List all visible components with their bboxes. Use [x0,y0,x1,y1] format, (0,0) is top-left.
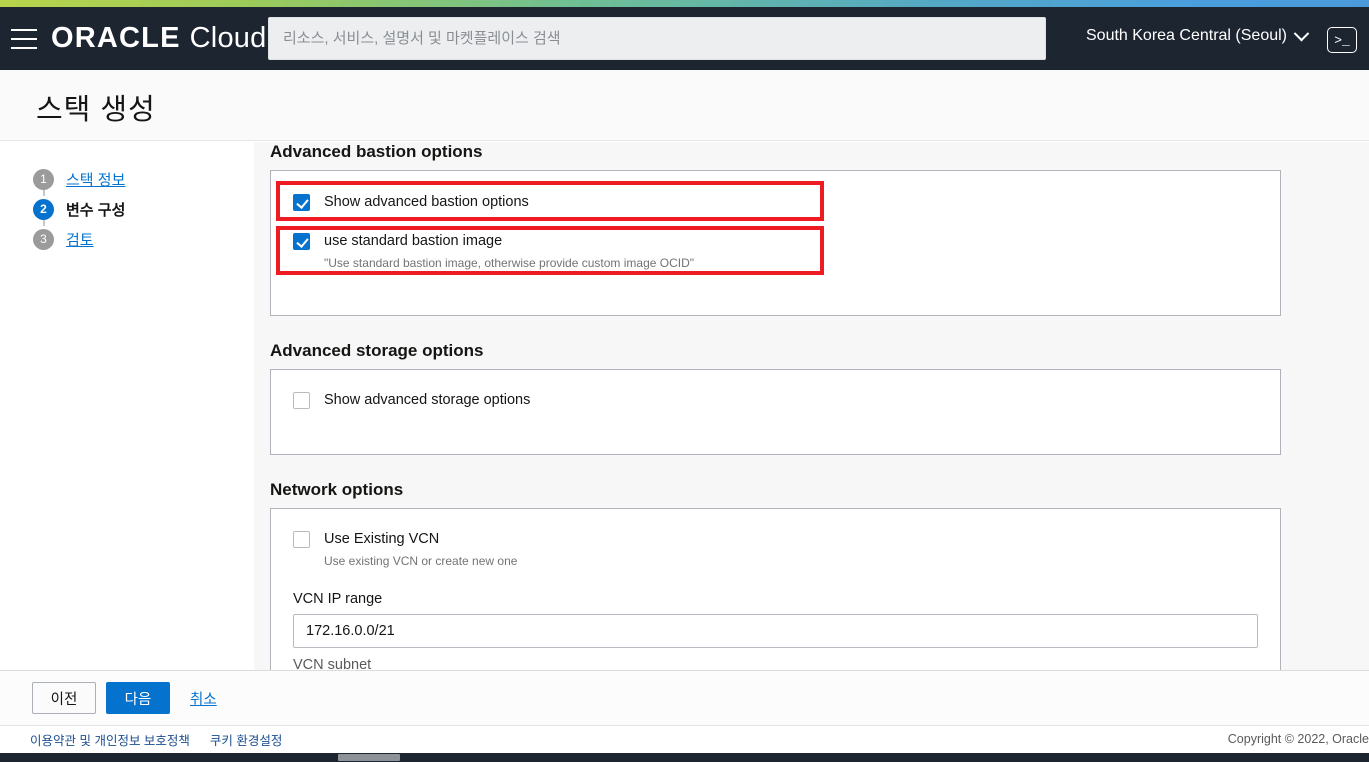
wizard-action-bar: 이전 다음 취소 [0,670,1369,725]
cancel-link[interactable]: 취소 [190,688,217,709]
step-label-3: 검토 [66,231,94,249]
section-network-options: Network options Use Existing VCN Use exi… [254,480,1369,670]
footer-link-cookie-preferences[interactable]: 쿠키 환경설정 [210,730,282,749]
brand-gradient-strip [0,0,1369,7]
checkbox-show-advanced-bastion-options[interactable] [293,194,310,211]
horizontal-scrollbar[interactable] [0,753,1369,762]
panel-bastion: Show advanced bastion options use standa… [270,170,1281,316]
global-search-box[interactable] [268,17,1046,60]
wizard-step-list: 1 스택 정보 2 변수 구성 3 검토 [33,166,233,256]
section-advanced-storage-options: Advanced storage options Show advanced s… [254,341,1369,455]
logo-cloud-text: Cloud [189,22,267,54]
checkbox-label-use-existing-vcn: Use Existing VCN [324,531,440,547]
checkbox-show-advanced-storage-options[interactable] [293,392,310,409]
panel-network: Use Existing VCN Use existing VCN or cre… [270,508,1281,670]
checkbox-use-existing-vcn[interactable] [293,531,310,548]
checkbox-help-standard-image: "Use standard bastion image, otherwise p… [324,256,695,270]
page-title: 스택 생성 [36,94,156,126]
sidebar-item-configure-variables[interactable]: 2 변수 구성 [33,196,233,226]
checkbox-row-show-storage[interactable]: Show advanced storage options [271,391,1280,409]
search-input[interactable] [283,30,1031,47]
step-number-3: 3 [33,228,54,250]
step-number-2: 2 [33,198,54,220]
section-title-bastion: Advanced bastion options [270,142,483,161]
region-selector[interactable]: South Korea Central (Seoul) [1086,25,1310,45]
vcn-ip-range-input[interactable] [306,623,1245,639]
page-title-bar: 스택 생성 [0,70,1369,141]
step-label-2: 변수 구성 [66,201,126,219]
section-advanced-bastion-options: Advanced bastion options Show advanced b… [254,142,1369,316]
sidebar-item-review[interactable]: 3 검토 [33,226,233,252]
step-label-1: 스택 정보 [66,171,126,189]
form-content-area: Advanced bastion options Show advanced b… [254,142,1369,670]
region-label: South Korea Central (Seoul) [1086,27,1287,44]
section-title-storage: Advanced storage options [270,341,484,360]
oracle-cloud-logo[interactable]: ORACLE Cloud [51,22,266,55]
cloud-shell-glyph: >_ [1334,32,1350,48]
checkbox-label-standard-image: use standard bastion image [324,233,503,249]
checkbox-row-show-bastion[interactable]: Show advanced bastion options [271,193,1280,211]
label-vcn-subnet: VCN subnet [293,657,372,670]
checkbox-row-standard-image[interactable]: use standard bastion image [271,232,1280,250]
chevron-down-icon [1293,25,1310,41]
checkbox-row-use-existing-vcn[interactable]: Use Existing VCN [271,530,1280,548]
logo-oracle-text: ORACLE [51,22,181,54]
panel-storage: Show advanced storage options [270,369,1281,455]
checkbox-label-show-storage: Show advanced storage options [324,392,531,408]
footer-copyright: Copyright © 2022, Oracle [1227,732,1369,746]
label-vcn-ip-range: VCN IP range [293,591,383,607]
checkbox-label-show-bastion: Show advanced bastion options [324,194,529,210]
horizontal-scrollbar-thumb[interactable] [338,754,400,761]
step-number-1: 1 [33,168,54,190]
page-footer: 이용약관 및 개인정보 보호정책 쿠키 환경설정 Copyright © 202… [0,725,1369,753]
checkbox-use-standard-bastion-image[interactable] [293,233,310,250]
next-button[interactable]: 다음 [106,682,170,714]
global-header: ORACLE Cloud South Korea Central (Seoul)… [0,7,1369,70]
hamburger-menu-icon[interactable] [11,28,37,49]
checkbox-help-use-existing-vcn: Use existing VCN or create new one [324,554,518,568]
section-title-network: Network options [270,480,404,499]
sidebar-item-stack-info[interactable]: 1 스택 정보 [33,166,233,196]
field-vcn-ip-range[interactable] [293,614,1258,648]
cloud-shell-icon[interactable]: >_ [1327,27,1357,53]
footer-link-terms[interactable]: 이용약관 및 개인정보 보호정책 [30,730,190,749]
previous-button[interactable]: 이전 [32,682,96,714]
